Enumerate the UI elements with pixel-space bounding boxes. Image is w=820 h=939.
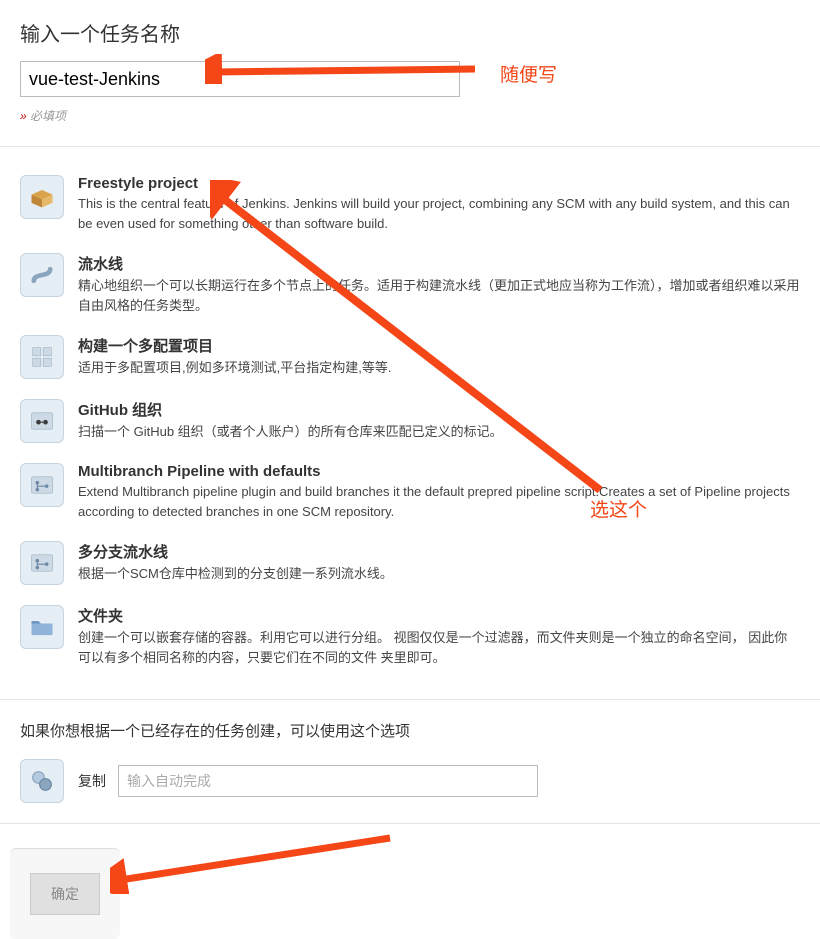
pipe-icon <box>20 253 64 297</box>
footer-panel: 确定 <box>10 848 120 939</box>
project-type-multibranch[interactable]: 多分支流水线 根据一个SCM仓库中检测到的分支创建一系列流水线。 <box>20 531 800 595</box>
branch-icon <box>20 541 64 585</box>
branch-icon <box>20 463 64 507</box>
project-type-desc: 创建一个可以嵌套存储的容器。利用它可以进行分组。 视图仅仅是一个过滤器，而文件夹… <box>78 628 800 667</box>
project-type-title: GitHub 组织 <box>78 399 800 420</box>
box-icon <box>20 175 64 219</box>
required-note: 必填项 <box>20 107 800 124</box>
project-types-section: Freestyle project This is the central fe… <box>0 147 820 700</box>
project-type-title: Freestyle project <box>78 175 800 192</box>
ok-button[interactable]: 确定 <box>30 873 100 915</box>
project-type-title: Multibranch Pipeline with defaults <box>78 463 800 480</box>
project-type-desc: 适用于多配置项目,例如多环境测试,平台指定构建,等等. <box>78 358 800 378</box>
name-section: 输入一个任务名称 必填项 <box>0 0 820 147</box>
project-type-matrix[interactable]: 构建一个多配置项目 适用于多配置项目,例如多环境测试,平台指定构建,等等. <box>20 325 800 389</box>
project-type-freestyle[interactable]: Freestyle project This is the central fe… <box>20 165 800 243</box>
project-type-title: 多分支流水线 <box>78 541 800 562</box>
page-title: 输入一个任务名称 <box>20 18 800 47</box>
github-icon <box>20 399 64 443</box>
matrix-icon <box>20 335 64 379</box>
item-name-input[interactable] <box>20 61 460 97</box>
project-type-desc: Extend Multibranch pipeline plugin and b… <box>78 482 800 521</box>
project-type-title: 构建一个多配置项目 <box>78 335 800 356</box>
project-type-desc: 精心地组织一个可以长期运行在多个节点上的任务。适用于构建流水线（更加正式地应当称… <box>78 276 800 315</box>
annotation-arrow-3 <box>110 834 400 894</box>
project-type-desc: This is the central feature of Jenkins. … <box>78 194 800 233</box>
project-type-multibranch-defaults[interactable]: Multibranch Pipeline with defaults Exten… <box>20 453 800 531</box>
copy-from-input[interactable] <box>118 765 538 797</box>
copy-label: 复制 <box>78 771 106 791</box>
project-type-desc: 根据一个SCM仓库中检测到的分支创建一系列流水线。 <box>78 564 800 584</box>
project-type-title: 文件夹 <box>78 605 800 626</box>
project-type-desc: 扫描一个 GitHub 组织（或者个人账户）的所有仓库来匹配已定义的标记。 <box>78 422 800 442</box>
copy-prompt: 如果你想根据一个已经存在的任务创建，可以使用这个选项 <box>20 720 800 741</box>
copy-section: 如果你想根据一个已经存在的任务创建，可以使用这个选项 复制 <box>0 700 820 824</box>
project-type-pipeline[interactable]: 流水线 精心地组织一个可以长期运行在多个节点上的任务。适用于构建流水线（更加正式… <box>20 243 800 325</box>
copy-icon <box>20 759 64 803</box>
project-type-title: 流水线 <box>78 253 800 274</box>
project-type-folder[interactable]: 文件夹 创建一个可以嵌套存储的容器。利用它可以进行分组。 视图仅仅是一个过滤器，… <box>20 595 800 677</box>
project-type-github-org[interactable]: GitHub 组织 扫描一个 GitHub 组织（或者个人账户）的所有仓库来匹配… <box>20 389 800 453</box>
folder-icon <box>20 605 64 649</box>
